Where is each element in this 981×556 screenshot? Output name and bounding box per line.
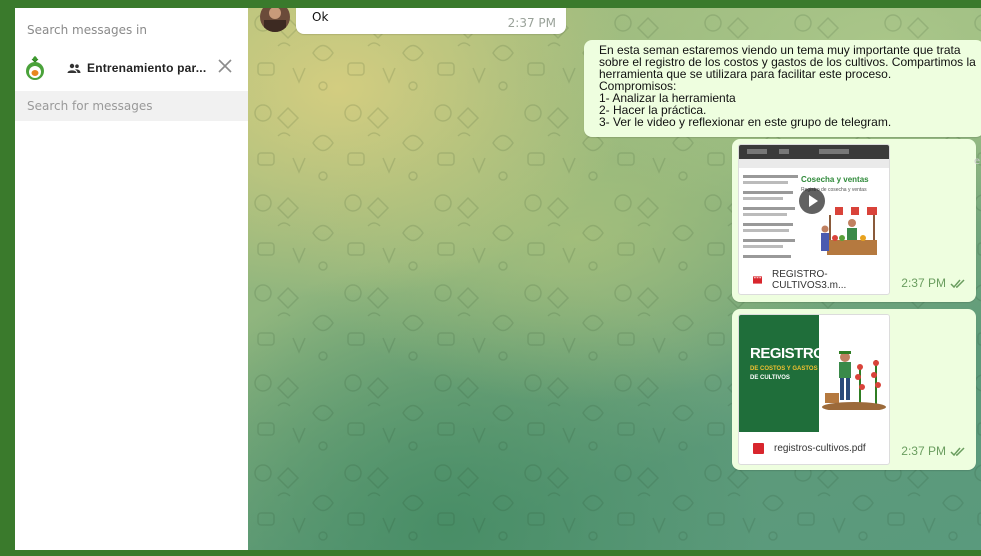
clipped-text: e [974,156,981,167]
pdf-cover: REGISTRO DE COSTOS Y GASTOS DE CULTIVOS [739,315,825,432]
chat-title: Entrenamiento par... [87,60,207,75]
video-thumbnail[interactable]: Cosecha y ventas Registro de cosecha y v… [739,145,889,266]
pdf-attachment[interactable]: REGISTRO DE COSTOS Y GASTOS DE CULTIVOS [738,314,890,465]
message-time: 2:37 PM [901,444,946,458]
message-bubble-video[interactable]: Cosecha y ventas Registro de cosecha y v… [732,139,976,302]
chat-area: Ok 2:37 PM En esta seman estaremos viend… [248,8,981,550]
message-time: 2:37 PM [507,16,556,30]
chat-list-item[interactable]: Entrenamiento par... [15,44,248,91]
message-text: Ok [312,10,329,24]
double-check-icon [950,447,965,457]
message-time: 2:37 PM [901,276,946,290]
file-row: REGISTRO-CULTIVOS3.m... [739,266,889,294]
message-bubble-text[interactable]: En esta seman estaremos viendo un tema m… [584,40,981,137]
window-frame-top [0,0,981,8]
video-attachment[interactable]: Cosecha y ventas Registro de cosecha y v… [738,144,890,295]
farmer-illustration [819,351,889,432]
message-bubble-pdf[interactable]: REGISTRO DE COSTOS Y GASTOS DE CULTIVOS [732,309,976,470]
thumb-title: Cosecha y ventas [801,175,869,184]
message-text: En esta seman estaremos viendo un tema m… [599,44,976,128]
pdf-thumbnail[interactable]: REGISTRO DE COSTOS Y GASTOS DE CULTIVOS [739,315,889,432]
double-check-icon [950,279,965,289]
search-input[interactable]: Search for messages [15,91,248,121]
sidebar: Search messages in Entrenamiento par... … [15,8,248,550]
window-frame-left [0,0,15,556]
pdf-file-icon [753,442,764,454]
video-file-icon [753,276,763,284]
file-name: REGISTRO-CULTIVOS3.m... [772,269,847,291]
message-line: 3- Ver le video y reflexionar en este gr… [599,115,892,129]
play-icon[interactable] [799,188,825,214]
cover-subtitle: DE CULTIVOS [750,375,790,381]
message-bubble-ok[interactable]: Ok 2:37 PM [296,8,566,34]
window-frame-bottom [0,550,981,556]
search-in-label: Search messages in [27,23,147,37]
cover-subtitle: DE COSTOS Y GASTOS [750,366,818,372]
group-icon [67,63,81,73]
chat-avatar [23,54,47,82]
file-name: registros-cultivos.pdf [774,442,866,454]
close-icon[interactable] [216,57,234,75]
cover-title: REGISTRO [750,345,825,362]
file-row: registros-cultivos.pdf [739,432,889,464]
